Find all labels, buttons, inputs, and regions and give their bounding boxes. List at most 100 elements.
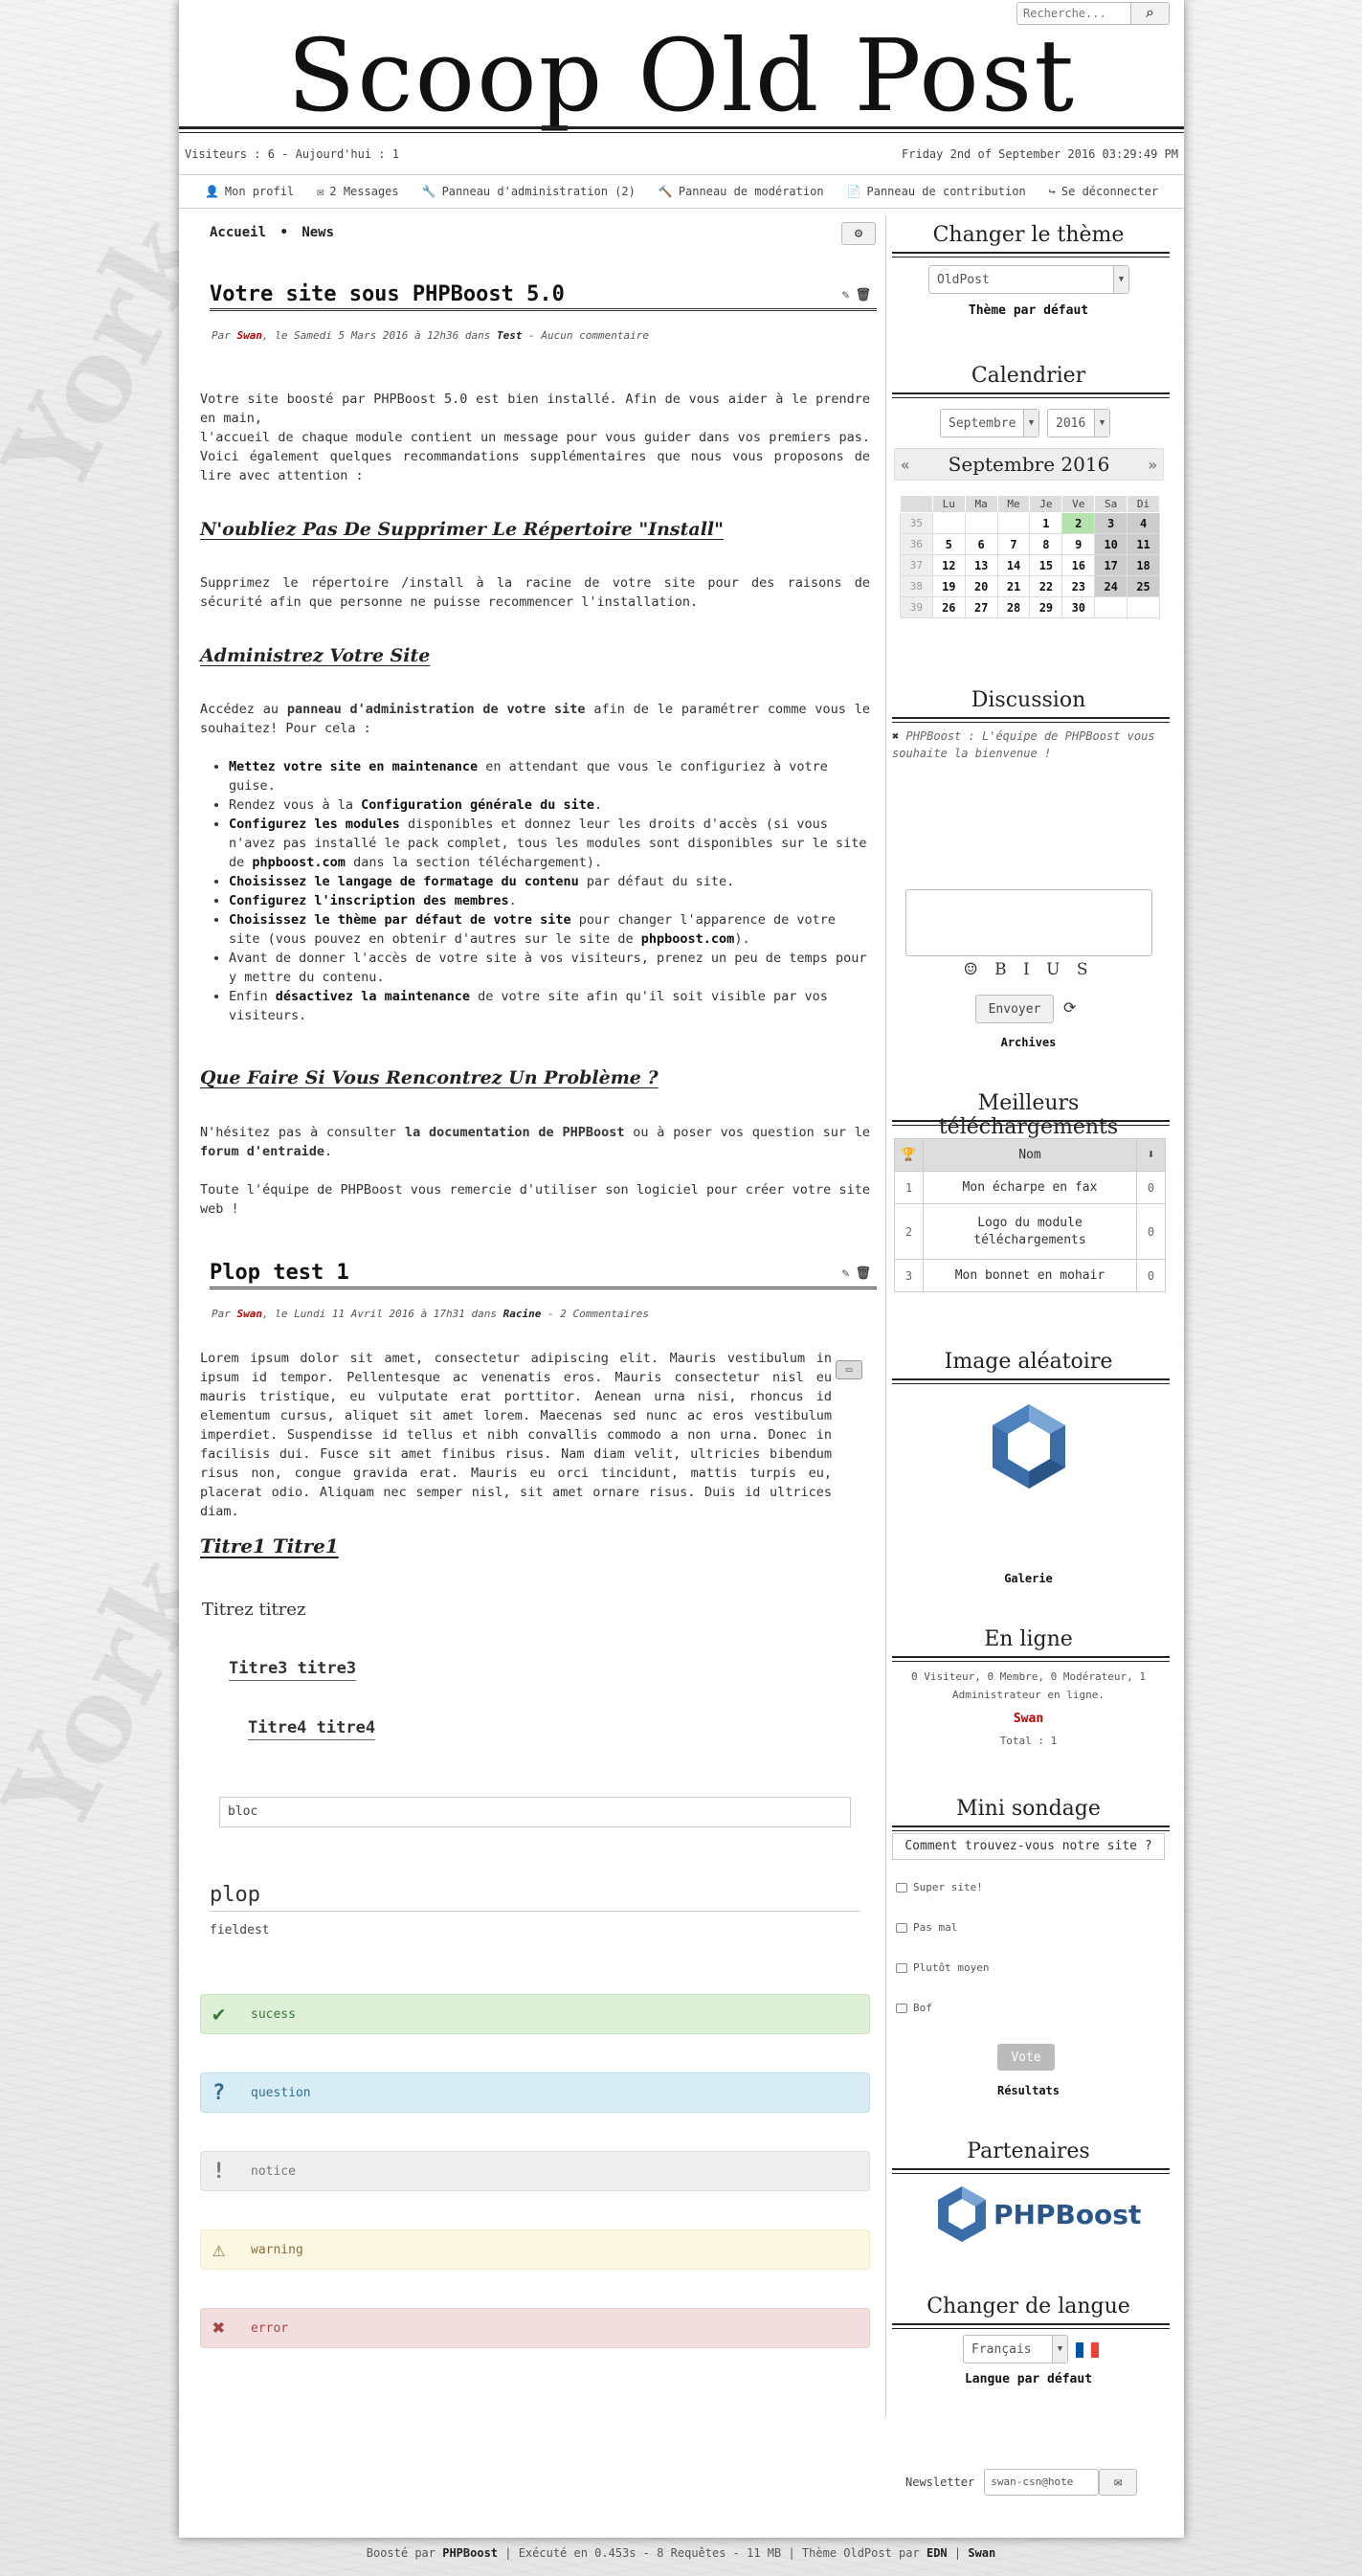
calendar-day[interactable]: 4 xyxy=(1127,512,1160,534)
article-paragraph: Toute l'équipe de PHPBoost vous remercie… xyxy=(200,1182,870,1217)
menu-item-admin[interactable]: 🔧 Panneau d'administration (2) xyxy=(422,185,636,198)
calendar-day[interactable]: 21 xyxy=(996,575,1031,597)
poll-option[interactable]: Super site! xyxy=(896,1881,983,1893)
menu-item-messages[interactable]: ✉ 2 Messages xyxy=(317,185,398,198)
week-number: 38 xyxy=(900,575,933,597)
download-link[interactable]: Logo du module téléchargements xyxy=(923,1203,1137,1260)
calendar-day[interactable]: 15 xyxy=(1029,554,1063,576)
documentation-link[interactable]: la documentation de PHPBoost xyxy=(405,1125,625,1140)
archives-link[interactable]: Archives xyxy=(886,1036,1171,1049)
author-link[interactable]: Swan xyxy=(237,1308,263,1320)
envelope-icon[interactable]: ✉ xyxy=(1099,2469,1138,2496)
refresh-icon[interactable]: ⟳ xyxy=(1063,998,1076,1017)
phpboost-link[interactable]: phpboost.com xyxy=(252,855,346,870)
author-link[interactable]: Swan xyxy=(237,329,263,342)
article-title[interactable]: Votre site sous PHPBoost 5.0 ✎🗑 xyxy=(210,282,877,311)
module-rule xyxy=(892,1826,1170,1831)
calendar-day[interactable]: 20 xyxy=(964,575,998,597)
poll-option[interactable]: Pas mal xyxy=(896,1921,957,1934)
list-item: Configurez l'inscription des membres. xyxy=(229,891,870,910)
language-default-link[interactable]: Langue par défaut xyxy=(886,2372,1171,2386)
category-link[interactable]: Racine xyxy=(503,1308,542,1320)
format-toolbar[interactable]: ☺ B I U S xyxy=(886,960,1171,979)
calendar-day[interactable]: 6 xyxy=(964,533,998,555)
poll-results-link[interactable]: Résultats xyxy=(886,2084,1171,2097)
calendar-day[interactable]: 24 xyxy=(1094,575,1128,597)
admin-panel-link[interactable]: panneau d'administration de votre site xyxy=(287,702,586,717)
phpboost-footer-link[interactable]: PHPBoost xyxy=(442,2546,498,2560)
article-title[interactable]: Plop test 1 ✎🗑 xyxy=(210,1261,877,1289)
download-link[interactable]: Mon écharpe en fax xyxy=(923,1171,1137,1204)
question-icon: ? xyxy=(212,2080,226,2105)
calendar-empty-cell xyxy=(996,512,1031,534)
calendar-day[interactable]: 23 xyxy=(1061,575,1096,597)
breadcrumb-home[interactable]: Accueil xyxy=(210,225,266,240)
close-icon[interactable]: ✖ xyxy=(892,729,899,743)
forum-link[interactable]: forum d'entraide xyxy=(200,1144,324,1159)
vote-button[interactable]: Vote xyxy=(997,2044,1055,2071)
calendar-day[interactable]: 9 xyxy=(1061,533,1096,555)
breadcrumb-news[interactable]: News xyxy=(301,225,334,240)
calendar-day[interactable]: 26 xyxy=(931,596,966,618)
calendar-day[interactable]: 28 xyxy=(996,596,1031,618)
menu-item-contribution[interactable]: 📄 Panneau de contribution xyxy=(847,185,1026,198)
poll-option[interactable]: Bof xyxy=(896,2002,932,2014)
calendar-day[interactable]: 18 xyxy=(1127,554,1160,576)
menu-item-logout[interactable]: ↪ Se déconnecter xyxy=(1049,185,1158,198)
calendar-day[interactable]: 10 xyxy=(1094,533,1128,555)
list-item: Enfin désactivez la maintenance de votre… xyxy=(229,987,870,1025)
site-title[interactable]: Scoop Old Post xyxy=(179,21,1184,131)
previous-month-icon[interactable]: « xyxy=(901,456,910,474)
calendar-day[interactable]: 8 xyxy=(1029,533,1063,555)
language-select[interactable]: Français ▼ xyxy=(963,2335,1068,2363)
calendar-day[interactable]: 17 xyxy=(1094,554,1128,576)
gallery-link[interactable]: Galerie xyxy=(886,1572,1171,1585)
calendar-day[interactable]: 14 xyxy=(996,554,1031,576)
settings-button[interactable]: ⚙ xyxy=(841,222,876,245)
calendar-day[interactable]: 11 xyxy=(1127,533,1160,555)
week-number: 37 xyxy=(900,554,933,576)
calendar-day[interactable]: 16 xyxy=(1061,554,1096,576)
edit-icon[interactable]: ✎ xyxy=(842,288,856,302)
delete-icon[interactable]: 🗑 xyxy=(855,288,877,302)
calendar-day[interactable]: 25 xyxy=(1127,575,1160,597)
poll-option[interactable]: Plutôt moyen xyxy=(896,1961,989,1974)
calendar-day[interactable]: 2 xyxy=(1061,512,1096,534)
edn-link[interactable]: EDN xyxy=(927,2546,948,2560)
download-link[interactable]: Mon bonnet en mohair xyxy=(923,1259,1137,1292)
theme-default-link[interactable]: Thème par défaut xyxy=(886,303,1171,318)
swan-link[interactable]: Swan xyxy=(968,2546,995,2560)
list-item: Rendez vous à la Configuration générale … xyxy=(229,795,870,815)
calendar-day[interactable]: 30 xyxy=(1061,596,1096,618)
random-gallery-image[interactable] xyxy=(990,1402,1068,1490)
calendar-day-header: Sa xyxy=(1094,495,1128,513)
edit-icon[interactable]: ✎ xyxy=(842,1266,856,1281)
calendar-day[interactable]: 22 xyxy=(1029,575,1063,597)
calendar-day[interactable]: 5 xyxy=(931,533,966,555)
shoutbox-textarea[interactable] xyxy=(905,889,1152,956)
calendar-day[interactable]: 19 xyxy=(931,575,966,597)
calendar-day[interactable]: 13 xyxy=(964,554,998,576)
newsletter-email-input[interactable]: swan-csn@hote xyxy=(984,2469,1100,2496)
calendar-day[interactable]: 27 xyxy=(964,596,998,618)
send-button[interactable]: Envoyer xyxy=(975,995,1054,1023)
calendar-day[interactable]: 29 xyxy=(1029,596,1063,618)
phpboost-link[interactable]: phpboost.com xyxy=(641,931,735,947)
calendar-day[interactable]: 12 xyxy=(931,554,966,576)
delete-icon[interactable]: 🗑 xyxy=(855,1266,877,1281)
theme-select[interactable]: OldPost ▼ xyxy=(928,265,1129,294)
article-image-icon[interactable]: ▭ xyxy=(836,1360,862,1379)
calendar-day[interactable]: 7 xyxy=(996,533,1031,555)
month-select[interactable]: Septembre ▼ xyxy=(940,409,1039,437)
calendar-day[interactable]: 1 xyxy=(1029,512,1063,534)
shoutbox-user[interactable]: PHPBoost xyxy=(905,729,961,743)
partner-logo[interactable]: PHPBoost xyxy=(936,2185,1141,2243)
next-month-icon[interactable]: » xyxy=(1148,456,1157,474)
menu-item-moderation[interactable]: 🔨 Panneau de modération xyxy=(659,185,824,198)
calendar-day[interactable]: 3 xyxy=(1094,512,1128,534)
year-select[interactable]: 2016 ▼ xyxy=(1047,409,1110,437)
online-user-link[interactable]: Swan xyxy=(892,1710,1165,1728)
menu-item-profile[interactable]: 👤 Mon profil xyxy=(205,185,294,198)
heading-level-1: Titre1 Titre1 xyxy=(200,1534,339,1557)
category-link[interactable]: Test xyxy=(497,329,523,342)
